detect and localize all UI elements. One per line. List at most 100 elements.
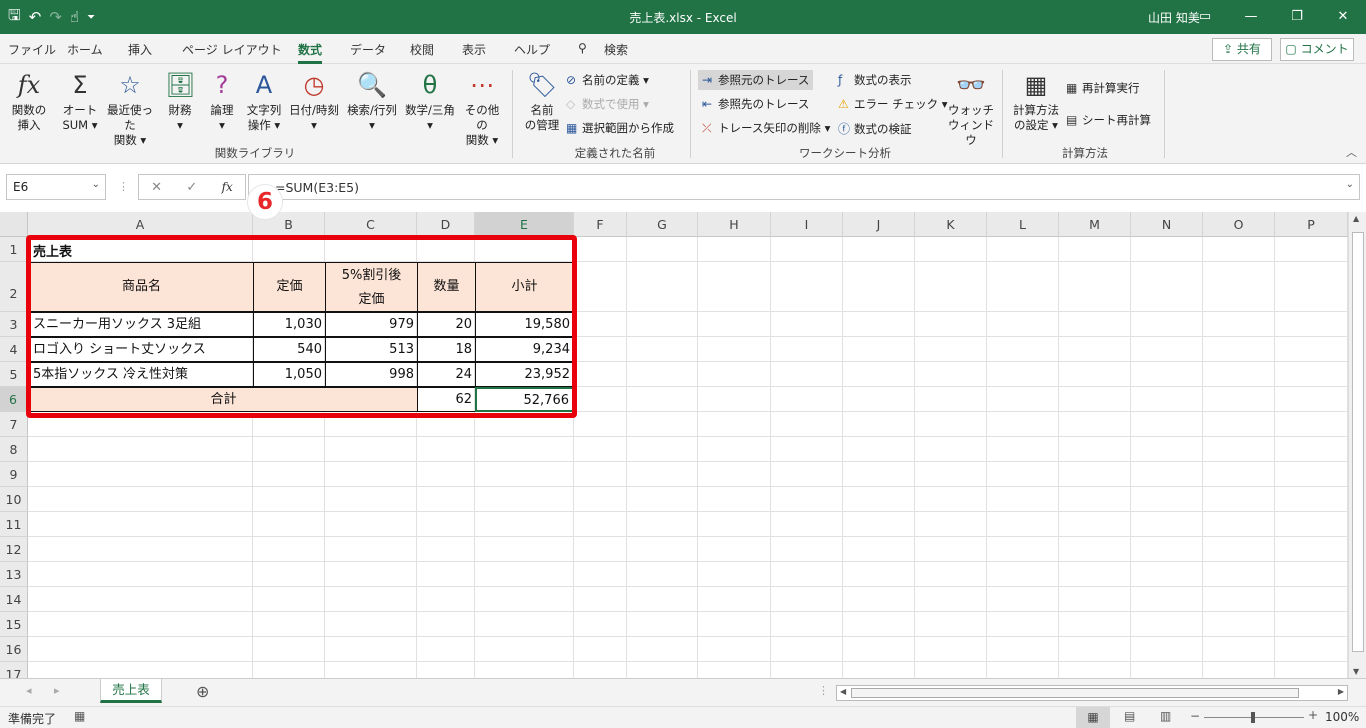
page-layout-view-icon[interactable]: ▤	[1124, 709, 1135, 723]
more-functions-button[interactable]: ⋯ その他の 関数 ▾	[460, 70, 504, 148]
scroll-down-icon[interactable]: ▼	[1353, 667, 1359, 676]
tab-home[interactable]: ホーム	[67, 41, 103, 58]
row-header[interactable]: 10	[0, 487, 28, 512]
tab-help[interactable]: ヘルプ	[514, 41, 550, 58]
error-checking-button[interactable]: ⚠ エラー チェック ▾	[838, 96, 948, 112]
watch-window-button[interactable]: 👓 ウォッチ ウィンドウ	[946, 70, 996, 148]
calc-sheet-button[interactable]: ▤ シート再計算	[1066, 112, 1151, 128]
remove-arrows-button[interactable]: ⤫ トレース矢印の削除 ▾	[702, 120, 830, 136]
zoom-slider-thumb[interactable]	[1251, 712, 1255, 723]
tab-formulas[interactable]: 数式	[298, 41, 323, 64]
chevron-down-icon[interactable]: ⌄	[92, 179, 100, 190]
column-header[interactable]: N	[1131, 212, 1203, 237]
page-break-view-icon[interactable]: ▥	[1160, 709, 1171, 723]
worksheet-grid[interactable]: ABCDEFGHIJKLMNOP 1 2 3 4 5 6 7 8 9 10 11 12 13 14 15 16…	[0, 212, 1348, 678]
vertical-scrollbar[interactable]: ▲ ▼	[1348, 212, 1366, 678]
row-header[interactable]: 8	[0, 437, 28, 462]
tab-search[interactable]: 検索	[604, 41, 628, 58]
column-header[interactable]: P	[1275, 212, 1348, 237]
enter-icon[interactable]: ✓	[186, 180, 197, 195]
calc-options-button[interactable]: ▦ 計算方法 の設定 ▾	[1010, 70, 1062, 133]
scroll-left-icon[interactable]: ◀	[840, 687, 846, 696]
trace-precedents-button[interactable]: ⇥ 参照元のトレース	[698, 70, 814, 90]
insert-function-button[interactable]: fx 関数の 挿入	[8, 70, 50, 133]
column-header[interactable]: D	[417, 212, 475, 237]
macro-record-icon[interactable]: ▦	[74, 709, 85, 723]
horizontal-scroll-thumb[interactable]	[851, 688, 1299, 698]
column-header[interactable]: M	[1059, 212, 1131, 237]
tab-insert[interactable]: 挿入	[128, 41, 152, 58]
column-header[interactable]: H	[698, 212, 771, 237]
row-header[interactable]: 13	[0, 562, 28, 587]
name-manager-button[interactable]: 🏷 名前 の管理	[520, 70, 564, 133]
row-header[interactable]: 14	[0, 587, 28, 612]
row-header[interactable]: 2	[0, 262, 28, 312]
formula-bar-resize-icon[interactable]: ⋮	[118, 180, 129, 193]
tab-page-layout[interactable]: ページ レイアウト	[182, 41, 282, 58]
prev-sheet-icon[interactable]: ◂	[26, 684, 32, 697]
use-in-formula-button[interactable]: ◇ 数式で使用 ▾	[566, 96, 649, 112]
row-header[interactable]: 16	[0, 637, 28, 662]
select-all-button[interactable]	[0, 212, 28, 237]
row-header[interactable]: 7	[0, 412, 28, 437]
column-header[interactable]: O	[1203, 212, 1275, 237]
tab-data[interactable]: データ	[350, 41, 386, 58]
row-header[interactable]: 17	[0, 662, 28, 678]
share-button[interactable]: ⇪ 共有	[1212, 38, 1272, 61]
close-icon[interactable]: ✕	[1320, 0, 1366, 34]
vertical-scroll-thumb[interactable]	[1352, 232, 1364, 652]
row-header[interactable]: 6	[0, 387, 28, 412]
column-header[interactable]: K	[915, 212, 987, 237]
trace-dependents-button[interactable]: ⇤ 参照先のトレース	[702, 96, 809, 112]
row-header[interactable]: 5	[0, 362, 28, 387]
logical-button[interactable]: ? 論理 ▾	[204, 70, 240, 133]
search-icon[interactable]: ⚲	[578, 41, 587, 55]
restore-icon[interactable]: ❐	[1274, 0, 1320, 34]
create-from-selection-button[interactable]: ▦ 選択範囲から作成	[566, 120, 674, 136]
insert-function-icon[interactable]: fx	[222, 180, 233, 194]
ribbon-display-options-icon[interactable]: ▭	[1182, 0, 1228, 34]
evaluate-formula-button[interactable]: ⓕ 数式の検証	[838, 120, 912, 137]
zoom-out-icon[interactable]: −	[1190, 709, 1200, 723]
financial-button[interactable]: 🗄 財務 ▾	[162, 70, 198, 133]
row-header[interactable]: 9	[0, 462, 28, 487]
datetime-button[interactable]: ◷ 日付/時刻 ▾	[286, 70, 342, 133]
tab-view[interactable]: 表示	[462, 41, 486, 58]
scroll-right-icon[interactable]: ▶	[1338, 687, 1344, 696]
row-header[interactable]: 3	[0, 312, 28, 337]
column-header[interactable]: L	[987, 212, 1059, 237]
row-header[interactable]: 11	[0, 512, 28, 537]
column-header[interactable]: C	[325, 212, 417, 237]
normal-view-icon[interactable]: ▦	[1076, 707, 1110, 728]
horizontal-scrollbar[interactable]: ◀ ▶	[836, 685, 1348, 701]
show-formulas-button[interactable]: ƒ 数式の表示	[838, 72, 912, 88]
add-sheet-icon[interactable]: ⊕	[196, 682, 209, 701]
text-functions-button[interactable]: A 文字列 操作 ▾	[244, 70, 284, 133]
calc-now-button[interactable]: ▦ 再計算実行	[1066, 80, 1140, 96]
next-sheet-icon[interactable]: ▸	[54, 684, 60, 697]
column-header[interactable]: A	[28, 212, 253, 237]
math-button[interactable]: θ 数学/三角 ▾	[402, 70, 458, 133]
formula-input[interactable]: =SUM(E3:E5) ⌄	[248, 174, 1360, 200]
tab-file[interactable]: ファイル	[8, 41, 56, 58]
lookup-button[interactable]: 🔍 検索/行列 ▾	[344, 70, 400, 133]
sheet-tab-active[interactable]: 売上表	[100, 679, 162, 703]
column-header[interactable]: J	[843, 212, 915, 237]
row-header[interactable]: 4	[0, 337, 28, 362]
row-header[interactable]: 15	[0, 612, 28, 637]
recent-functions-button[interactable]: ☆ 最近使った 関数 ▾	[102, 70, 158, 148]
zoom-level[interactable]: 100%	[1325, 710, 1359, 724]
column-header[interactable]: G	[627, 212, 698, 237]
autosum-button[interactable]: Σ オート SUM ▾	[60, 70, 100, 133]
define-name-button[interactable]: ⊘ 名前の定義 ▾	[566, 72, 649, 88]
column-header[interactable]: E	[475, 212, 574, 237]
tab-review[interactable]: 校閲	[410, 41, 434, 58]
column-header[interactable]: F	[574, 212, 627, 237]
row-header[interactable]: 12	[0, 537, 28, 562]
cancel-icon[interactable]: ✕	[151, 180, 162, 195]
split-handle-icon[interactable]: ⋮	[818, 684, 829, 697]
scroll-up-icon[interactable]: ▲	[1353, 214, 1359, 223]
row-header[interactable]: 1	[0, 237, 28, 262]
column-header[interactable]: I	[771, 212, 843, 237]
minimize-icon[interactable]: —	[1228, 0, 1274, 34]
